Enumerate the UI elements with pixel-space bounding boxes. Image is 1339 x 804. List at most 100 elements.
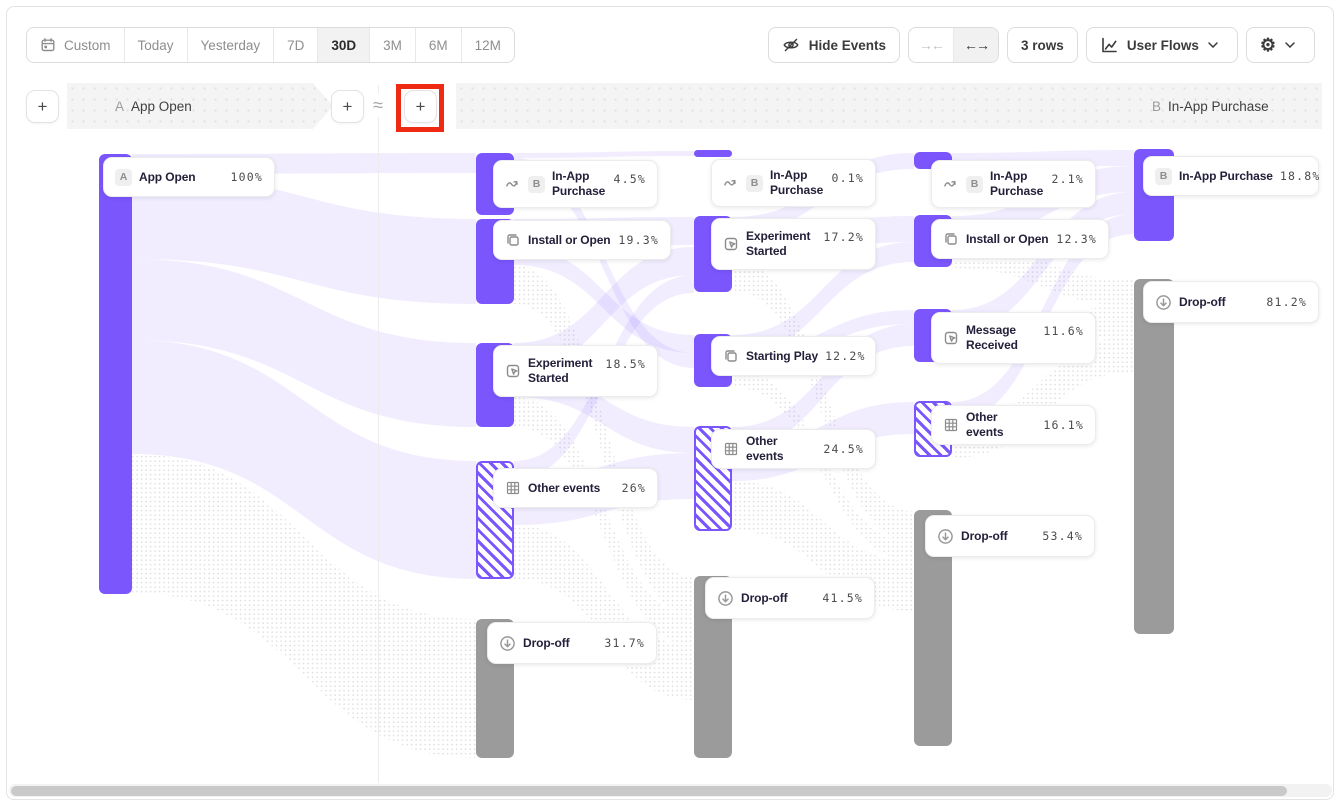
node-label: Drop-off	[523, 636, 597, 651]
node-label: Experiment Started	[746, 229, 816, 259]
node-label: In-App Purchase	[990, 169, 1045, 199]
grid-icon	[943, 417, 959, 433]
flow-ribbon	[514, 397, 694, 646]
app-open-bar[interactable]	[99, 154, 132, 594]
eye-off-icon	[782, 36, 800, 54]
message-received-4-card[interactable]: Message Received11.6%	[931, 312, 1096, 364]
date-range-12m[interactable]: 12M	[462, 28, 514, 62]
in-app-purchase-3-card[interactable]: B In-App Purchase 0.1%	[711, 159, 876, 207]
rows-button[interactable]: 3 rows	[1007, 27, 1078, 63]
flow-ribbon	[514, 151, 694, 158]
step-a-badge: A	[115, 99, 124, 114]
experiment-started-3-card[interactable]: Experiment Started 17.2%	[711, 218, 876, 270]
in-app-purchase-2-card[interactable]: BIn-App Purchase4.5%	[493, 160, 658, 208]
flows-chart-icon	[1100, 36, 1118, 54]
date-range-group: Custom Today Yesterday 7D 30D 3M 6M 12M	[26, 27, 515, 63]
date-range-yesterday[interactable]: Yesterday	[188, 28, 275, 62]
chevron-down-icon	[1285, 42, 1301, 48]
flow-ribbon	[514, 247, 694, 353]
column-divider-line	[378, 85, 379, 783]
overlapping-squares-icon	[943, 231, 959, 247]
flow-ribbon	[732, 259, 914, 543]
overlapping-squares-icon	[505, 232, 521, 248]
node-percentage: 19.3%	[618, 233, 659, 247]
overlapping-squares-icon	[723, 348, 739, 364]
grid-icon	[505, 480, 521, 496]
date-range-segmented-control: Custom Today Yesterday 7D 30D 3M 6M 12M	[26, 27, 515, 63]
node-percentage: 17.2%	[823, 230, 864, 244]
add-step-highlighted-button[interactable]: +	[404, 90, 437, 123]
other-events-2-card[interactable]: Other events26%	[493, 468, 658, 508]
view-controls-group: Hide Events →← ←→ 3 rows User Flows	[768, 27, 1315, 63]
event-badge-b: B	[746, 175, 763, 192]
date-range-custom[interactable]: Custom	[27, 28, 125, 62]
expand-icon: ←→	[964, 37, 988, 53]
date-range-30d[interactable]: 30D	[318, 28, 370, 62]
app-open-card[interactable]: AApp Open100%	[103, 157, 275, 197]
drop-off-3-card[interactable]: Drop-off 41.5%	[705, 577, 875, 619]
drop-off-4-card[interactable]: Drop-off53.4%	[925, 515, 1095, 557]
gear-icon: ⚙	[1260, 36, 1276, 54]
horizontal-scrollbar-thumb[interactable]	[11, 786, 1287, 796]
step-b-badge: B	[1152, 99, 1161, 114]
click-event-icon	[723, 236, 739, 252]
node-label: Drop-off	[741, 591, 815, 606]
trend-arrow-icon	[723, 176, 739, 191]
click-event-icon	[505, 363, 521, 379]
node-label: Drop-off	[961, 529, 1035, 544]
expanded-step-band-2[interactable]	[684, 83, 924, 129]
date-range-label: Custom	[64, 38, 111, 53]
event-badge-a: A	[115, 169, 132, 186]
date-range-3m[interactable]: 3M	[370, 28, 416, 62]
experiment-started-2-card[interactable]: Experiment Started18.5%	[493, 345, 658, 397]
expand-columns-button[interactable]: ←→	[954, 28, 998, 62]
in-app-purchase-3-bar[interactable]	[694, 150, 732, 157]
trend-arrow-icon	[943, 177, 959, 192]
add-step-before-a-button[interactable]: +	[26, 90, 59, 123]
node-label: Other events	[966, 410, 1036, 440]
in-app-purchase-5-card[interactable]: BIn-App Purchase18.8%	[1143, 156, 1319, 196]
install-or-open-2-card[interactable]: Install or Open19.3%	[493, 220, 671, 260]
settings-dropdown[interactable]: ⚙	[1246, 27, 1315, 63]
flow-ribbon	[132, 259, 476, 427]
node-label: In-App Purchase	[770, 168, 825, 198]
date-range-today[interactable]: Today	[125, 28, 188, 62]
node-percentage: 0.1%	[832, 171, 865, 185]
expanded-step-band-3[interactable]	[904, 83, 1144, 129]
starting-play-3-card[interactable]: Starting Play12.2%	[711, 336, 876, 376]
other-events-4-card[interactable]: Other events16.1%	[931, 405, 1096, 445]
flow-ribbon	[952, 192, 1134, 332]
expanded-step-band-1[interactable]	[456, 83, 704, 129]
app-window: AApp Open100% BIn-App Purchase4.5% Install…	[6, 6, 1334, 800]
flow-ribbon	[514, 525, 694, 700]
arrow-down-circle-icon	[717, 590, 734, 607]
step-b-band[interactable]: B In-App Purchase	[1124, 83, 1322, 129]
node-percentage: 31.7%	[604, 636, 645, 650]
node-label: Install or Open	[966, 232, 1049, 247]
date-range-6m[interactable]: 6M	[416, 28, 462, 62]
horizontal-scrollbar-track[interactable]	[9, 784, 1332, 797]
node-percentage: 100%	[231, 170, 264, 184]
view-selector-dropdown[interactable]: User Flows	[1086, 27, 1238, 63]
in-app-purchase-4-card[interactable]: BIn-App Purchase2.1%	[931, 160, 1096, 208]
node-percentage: 18.8%	[1280, 169, 1321, 183]
drop-off-2-card[interactable]: Drop-off 31.7%	[487, 622, 657, 664]
view-selector-label: User Flows	[1127, 38, 1199, 53]
node-percentage: 26%	[622, 481, 646, 495]
node-percentage: 41.5%	[822, 591, 863, 605]
step-a-band[interactable]: A App Open	[67, 83, 333, 129]
date-range-7d[interactable]: 7D	[274, 28, 318, 62]
hide-events-button[interactable]: Hide Events	[768, 27, 900, 63]
collapse-columns-button[interactable]: →←	[909, 28, 954, 62]
chevron-down-icon	[1208, 42, 1224, 48]
drop-off-5-card[interactable]: Drop-off81.2%	[1143, 281, 1319, 323]
node-percentage: 18.5%	[605, 357, 646, 371]
node-percentage: 11.6%	[1043, 324, 1084, 338]
node-percentage: 24.5%	[823, 442, 864, 456]
add-step-after-a-button[interactable]: +	[331, 90, 364, 123]
node-label: In-App Purchase	[552, 169, 607, 199]
install-or-open-4-card[interactable]: Install or Open12.3%	[931, 219, 1109, 259]
other-events-3-card[interactable]: Other events24.5%	[711, 429, 876, 469]
node-percentage: 81.2%	[1266, 295, 1307, 309]
drop-off-5-bar[interactable]	[1134, 279, 1174, 634]
